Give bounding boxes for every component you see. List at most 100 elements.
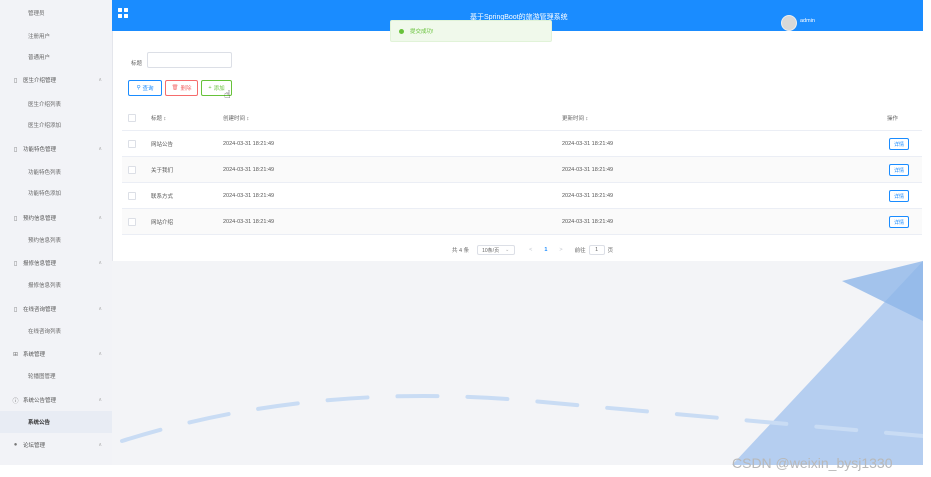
sidebar-item-label: 在线咨询管理 — [23, 307, 57, 313]
sidebar-group-15[interactable]: ⊞ 系统管理 ∧ — [0, 343, 112, 365]
cell-title: 网站介绍 — [151, 220, 174, 226]
avatar[interactable] — [781, 15, 797, 31]
chevron-up-icon: ∧ — [98, 397, 102, 403]
sidebar-item-label: 注册用户 — [28, 34, 51, 40]
chevron-up-icon: ∧ — [98, 442, 102, 448]
sidebar-item-label: 功能特色添加 — [28, 191, 62, 197]
goto-suffix: 页 — [607, 248, 614, 254]
page-number-1[interactable]: 1 — [544, 247, 547, 253]
sidebar-group-6[interactable]: ▯ 功能特色管理 ∧ — [0, 138, 112, 160]
sidebar-item-label: 管理员 — [28, 11, 45, 17]
sidebar-item-label: 预约信息列表 — [28, 238, 62, 244]
sidebar-item-label: 医生介绍添加 — [28, 123, 62, 129]
sidebar-item-7[interactable]: 功能特色列表 — [0, 161, 112, 183]
sidebar-group-11[interactable]: ▯ 报修信息管理 ∧ — [0, 252, 112, 274]
success-check-icon — [399, 28, 404, 34]
select-all-checkbox[interactable] — [128, 114, 136, 122]
sidebar-group-17[interactable]: ⓘ 系统公告管理 ∧ — [0, 389, 112, 411]
sidebar-item-10[interactable]: 预约信息列表 — [0, 229, 112, 251]
sidebar-item-label: 系统公告管理 — [23, 398, 57, 404]
hand-pointer-icon: ☝ — [224, 89, 231, 101]
sidebar-item-label: 论坛管理 — [23, 443, 46, 449]
row-checkbox[interactable] — [128, 140, 136, 148]
detail-button[interactable]: 详情 — [889, 216, 909, 228]
sidebar-item-label: 医生介绍管理 — [23, 78, 57, 84]
search-button[interactable]: ⚲ 查询 — [128, 80, 162, 96]
info-circle-icon: ⓘ — [12, 398, 19, 405]
sidebar-group-19[interactable]: ● 论坛管理 ∧ — [0, 434, 112, 456]
delete-button-label: 删除 — [180, 86, 192, 92]
file-icon: ▯ — [13, 77, 18, 84]
sidebar-item-label: 报修信息管理 — [23, 261, 57, 267]
menu-grid-icon[interactable] — [118, 8, 128, 18]
username-label[interactable]: admin — [800, 18, 815, 24]
sidebar-item-label: 预约信息管理 — [23, 216, 57, 222]
add-button-label: 添加 — [213, 86, 225, 92]
file-icon: ▯ — [13, 260, 18, 267]
detail-button[interactable]: 详情 — [889, 138, 909, 150]
success-toast: 提交成功! — [390, 20, 552, 42]
table-row: 网站介绍 2024-03-31 18:21:49 2024-03-31 18:21:… — [122, 209, 922, 235]
row-checkbox[interactable] — [128, 166, 136, 174]
location-pin-icon: ● — [13, 442, 18, 448]
sidebar-item-5[interactable]: 医生介绍添加 — [0, 114, 112, 136]
chevron-up-icon: ∧ — [98, 306, 102, 312]
page-size-select[interactable]: 10条/页 ⌄ — [477, 245, 516, 255]
table-row: 关于我们 2024-03-31 18:21:49 2024-03-31 18:21:… — [122, 157, 922, 183]
sidebar-item-12[interactable]: 报修信息列表 — [0, 274, 112, 296]
sidebar-item-label: 医生介绍列表 — [28, 102, 62, 108]
cell-updated: 2024-03-31 18:21:49 — [562, 141, 614, 147]
sidebar-item-0[interactable]: 管理员 — [0, 2, 112, 24]
chevron-down-icon: ⌄ — [505, 247, 510, 253]
search-title-input[interactable] — [147, 52, 232, 68]
detail-button[interactable]: 详情 — [889, 164, 909, 176]
sidebar-item-1[interactable]: 注册用户 — [0, 25, 112, 47]
sidebar-item-2[interactable]: 普通用户 — [0, 46, 112, 68]
sidebar-item-14[interactable]: 在线咨询列表 — [0, 320, 112, 342]
column-header-updated[interactable]: 更新时间 ↕ — [562, 105, 588, 131]
column-header-action: 操作 — [887, 116, 899, 122]
search-icon: ⚲ — [136, 85, 141, 91]
row-checkbox[interactable] — [128, 218, 136, 226]
toast-message: 提交成功! — [410, 29, 434, 35]
sidebar-item-label: 功能特色管理 — [23, 147, 57, 153]
trash-icon: 🗑 — [171, 85, 179, 91]
next-page-button[interactable]: > — [559, 247, 562, 253]
detail-button[interactable]: 详情 — [889, 190, 909, 202]
chevron-up-icon: ∧ — [98, 215, 102, 221]
delete-button[interactable]: 🗑 删除 — [165, 80, 198, 96]
cell-created: 2024-03-31 18:21:49 — [223, 167, 275, 173]
row-checkbox[interactable] — [128, 192, 136, 200]
sidebar-item-label: 普通用户 — [28, 55, 51, 61]
file-icon: ▯ — [13, 146, 18, 153]
chevron-up-icon: ∧ — [98, 351, 102, 357]
prev-page-button[interactable]: < — [529, 247, 532, 253]
table-row: 网站公告 2024-03-31 18:21:49 2024-03-31 18:21:… — [122, 131, 922, 157]
sidebar-item-label: 报修信息列表 — [28, 283, 62, 289]
cell-title: 网站公告 — [151, 142, 174, 148]
grid-box-icon: ⊞ — [12, 351, 19, 358]
sidebar-item-label: 系统管理 — [23, 352, 46, 358]
column-header-created[interactable]: 创建时间 ↕ — [223, 105, 249, 131]
sidebar-group-13[interactable]: ▯ 在线咨询管理 ∧ — [0, 298, 112, 320]
goto-page-input[interactable]: 1 — [588, 245, 605, 255]
sidebar-item-8[interactable]: 功能特色添加 — [0, 182, 112, 204]
chevron-up-icon: ∧ — [98, 146, 102, 152]
cell-created: 2024-03-31 18:21:49 — [223, 193, 275, 199]
sidebar-item-label: 功能特色列表 — [28, 170, 62, 176]
sidebar-item-label: 轮播图管理 — [28, 374, 56, 380]
page-size-value: 10条/页 — [482, 247, 500, 254]
sidebar-item-4[interactable]: 医生介绍列表 — [0, 93, 112, 115]
background-shapes — [120, 261, 923, 465]
cell-title: 联系方式 — [151, 194, 174, 200]
sidebar-item-18[interactable]: 系统公告 — [0, 411, 112, 433]
sidebar-group-9[interactable]: ▯ 预约信息管理 ∧ — [0, 207, 112, 229]
cell-created: 2024-03-31 18:21:49 — [223, 141, 275, 147]
chevron-up-icon: ∧ — [98, 77, 102, 83]
column-header-title[interactable]: 标题 ↕ — [151, 105, 166, 131]
sidebar-item-16[interactable]: 轮播图管理 — [0, 365, 112, 387]
cell-updated: 2024-03-31 18:21:49 — [562, 219, 614, 225]
pagination: 共 4 条 10条/页 ⌄ < 1 > 前往 1 页 — [452, 244, 613, 256]
sidebar-group-3[interactable]: ▯ 医生介绍管理 ∧ — [0, 69, 112, 91]
search-button-label: 查询 — [142, 86, 154, 92]
